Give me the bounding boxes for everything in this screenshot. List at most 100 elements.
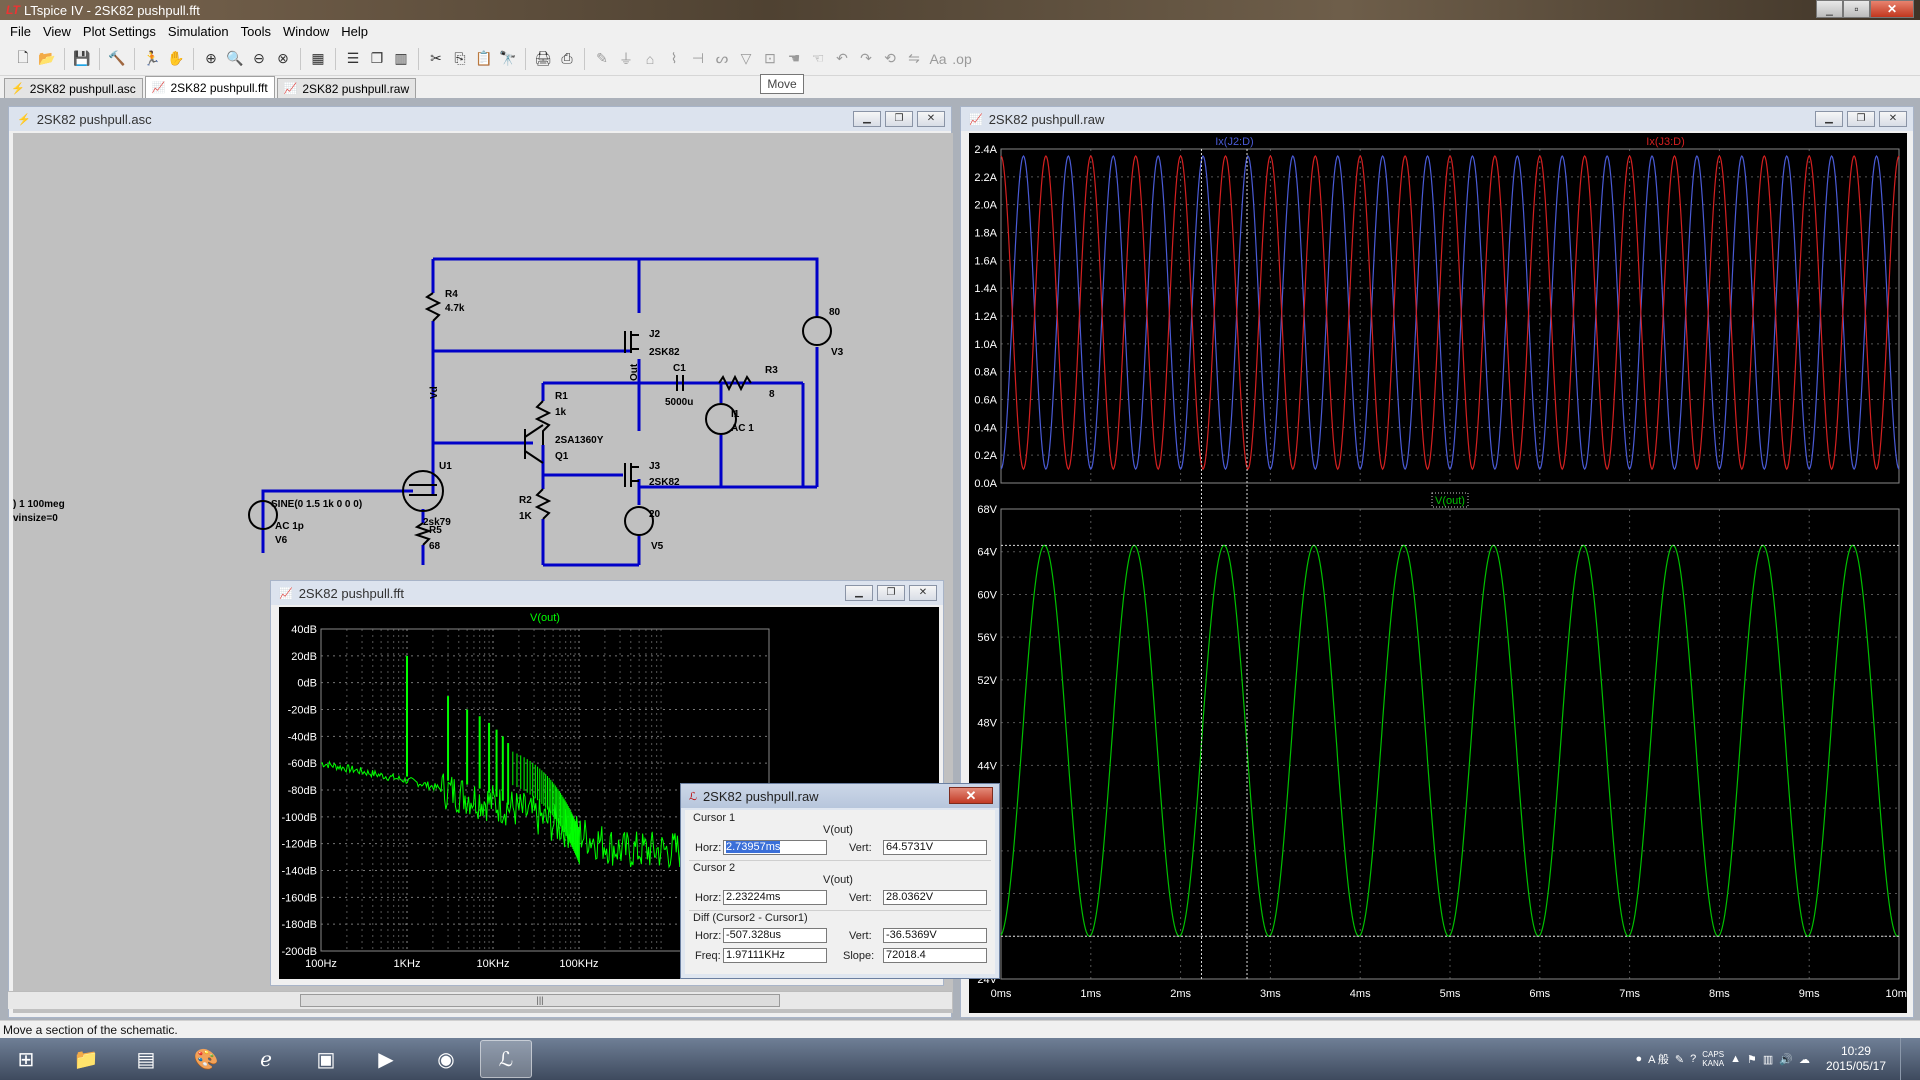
draw-wire-icon[interactable]: ✎: [591, 48, 613, 70]
tile-horizontal-icon[interactable]: ☰: [342, 48, 364, 70]
close-button[interactable]: ✕: [949, 787, 993, 804]
paste-icon[interactable]: 📋: [473, 48, 495, 70]
tile-vertical-icon[interactable]: ▥: [390, 48, 412, 70]
start-button-icon[interactable]: ⊞: [0, 1040, 52, 1078]
volume-icon[interactable]: 🔊: [1779, 1053, 1793, 1066]
cursor1-horz-field[interactable]: 2.73957ms: [723, 840, 827, 855]
show-desktop-button[interactable]: [1900, 1038, 1912, 1080]
horizontal-scrollbar[interactable]: |||: [8, 991, 952, 1009]
raw-plot[interactable]: 2.4A 2.2A 2.0A 1.8A 1.6A 1.4A 1.2A 1.0A 0.8A 0.6A…: [969, 133, 1913, 1013]
menu-help[interactable]: Help: [335, 24, 374, 39]
resistor-icon[interactable]: ⌇: [663, 48, 685, 70]
ime-tools-icon[interactable]: ✎: [1675, 1053, 1684, 1066]
label-directive-1: ) 1 100meg: [13, 499, 65, 510]
ground-icon[interactable]: ⏚: [615, 48, 637, 70]
cut-icon[interactable]: ✂: [425, 48, 447, 70]
raw-window[interactable]: 📈 2SK82 pushpull.raw ▁ ❐ ✕ 2.4A 2.2A 2.0A 1…: [960, 106, 1914, 1018]
pan-hand-icon[interactable]: ✋: [165, 48, 187, 70]
print-icon[interactable]: ⎙: [556, 48, 578, 70]
capacitor-icon[interactable]: ⊣: [687, 48, 709, 70]
minimize-button[interactable]: ▁: [845, 585, 873, 601]
ltspice-taskbar-icon[interactable]: ℒ: [480, 1040, 532, 1078]
calculator-icon[interactable]: ▤: [120, 1040, 172, 1078]
network-icon[interactable]: ▥: [1763, 1053, 1773, 1066]
app-5-icon[interactable]: ▣: [300, 1040, 352, 1078]
diode-icon[interactable]: ▽: [735, 48, 757, 70]
restore-button[interactable]: ❐: [1847, 111, 1875, 127]
component-icon[interactable]: ⊡: [759, 48, 781, 70]
raw-bottom-series: [1000, 544, 1900, 937]
control-panel-icon[interactable]: 🔨: [106, 48, 128, 70]
tab-raw[interactable]: 📈 2SK82 pushpull.raw: [276, 78, 417, 98]
spice-directive-icon[interactable]: .op: [951, 48, 973, 70]
close-button[interactable]: ✕: [1870, 0, 1914, 18]
chrome-icon[interactable]: ◉: [420, 1040, 472, 1078]
maximize-button[interactable]: ▫: [1843, 0, 1870, 18]
move-hand-icon[interactable]: ☚: [783, 48, 805, 70]
paint-icon[interactable]: 🎨: [180, 1040, 232, 1078]
diff-freq-field[interactable]: 1.97111KHz: [723, 948, 827, 963]
zoom-fit-icon[interactable]: ⊗: [272, 48, 294, 70]
menu-plot-settings[interactable]: Plot Settings: [77, 24, 162, 39]
minimize-button[interactable]: _: [1816, 0, 1843, 18]
minimize-button[interactable]: ▁: [853, 111, 881, 127]
tab-schematic[interactable]: ⚡ 2SK82 pushpull.asc: [4, 78, 143, 98]
cursor2-vert-field[interactable]: 28.0362V: [883, 890, 987, 905]
autorange-icon[interactable]: ▦: [307, 48, 329, 70]
internet-explorer-icon[interactable]: ℯ: [240, 1040, 292, 1078]
rotate-icon[interactable]: ⟲: [879, 48, 901, 70]
zoom-in-icon[interactable]: ⊕: [200, 48, 222, 70]
media-player-icon[interactable]: ▶: [360, 1040, 412, 1078]
copy-icon[interactable]: ⎘: [449, 48, 471, 70]
tray-expand-icon[interactable]: ▲: [1730, 1053, 1741, 1065]
label-net-icon[interactable]: ⌂: [639, 48, 661, 70]
tab-fft[interactable]: 📈 2SK82 pushpull.fft: [144, 76, 275, 98]
close-button[interactable]: ✕: [1879, 111, 1907, 127]
mirror-icon[interactable]: ⇋: [903, 48, 925, 70]
ime-indicator[interactable]: A 般: [1648, 1051, 1669, 1067]
zoom-out-icon[interactable]: ⊖: [248, 48, 270, 70]
menu-file[interactable]: File: [4, 24, 37, 39]
restore-button[interactable]: ❐: [885, 111, 913, 127]
menu-simulation[interactable]: Simulation: [162, 24, 235, 39]
print-setup-icon[interactable]: 🖨: [532, 48, 554, 70]
cloud-icon[interactable]: ☁: [1799, 1053, 1810, 1066]
inductor-icon[interactable]: ᔕ: [711, 48, 733, 70]
notification-icon[interactable]: ●: [1635, 1053, 1642, 1065]
close-button[interactable]: ✕: [909, 585, 937, 601]
menu-window[interactable]: Window: [277, 24, 335, 39]
zoom-area-icon[interactable]: 🔍: [224, 48, 246, 70]
run-icon[interactable]: 🏃: [141, 48, 163, 70]
diff-slope-field[interactable]: 72018.4: [883, 948, 987, 963]
help-icon[interactable]: ?: [1690, 1053, 1696, 1065]
diff-horz-field[interactable]: -507.328us: [723, 928, 827, 943]
save-icon[interactable]: 💾: [71, 48, 93, 70]
clock[interactable]: 10:29 2015/05/17: [1826, 1044, 1886, 1074]
diff-vert-field[interactable]: -36.5369V: [883, 928, 987, 943]
cursor2-group-label: Cursor 2: [693, 862, 736, 874]
menu-tools[interactable]: Tools: [235, 24, 277, 39]
drag-hand-icon[interactable]: ☜: [807, 48, 829, 70]
cursor2-horz-field[interactable]: 2.23224ms: [723, 890, 827, 905]
cascade-icon[interactable]: ❐: [366, 48, 388, 70]
cursor1-vert-field[interactable]: 64.5731V: [883, 840, 987, 855]
waveform-icon: 📈: [151, 82, 166, 94]
minimize-button[interactable]: ▁: [1815, 111, 1843, 127]
cursor-readout-window[interactable]: ℒ 2SK82 pushpull.raw ✕ Cursor 1 V(out) H…: [680, 783, 1000, 979]
close-button[interactable]: ✕: [917, 111, 945, 127]
flag-icon[interactable]: ⚑: [1747, 1053, 1757, 1066]
raw-chart[interactable]: 2.4A 2.2A 2.0A 1.8A 1.6A 1.4A 1.2A 1.0A 0.8A 0.6A…: [969, 133, 1913, 1013]
raw-top-trace-label-1: Ix(J2:D): [1215, 136, 1254, 148]
text-icon[interactable]: Aa: [927, 48, 949, 70]
find-icon[interactable]: 🔭: [497, 48, 519, 70]
label-r1-value: 1k: [555, 407, 567, 418]
scrollbar-thumb[interactable]: |||: [300, 994, 780, 1007]
open-folder-icon[interactable]: 📂: [36, 48, 58, 70]
new-schematic-icon[interactable]: 🗋: [12, 48, 34, 70]
file-explorer-icon[interactable]: 📁: [60, 1040, 112, 1078]
undo-icon[interactable]: ↶: [831, 48, 853, 70]
redo-icon[interactable]: ↷: [855, 48, 877, 70]
menu-view[interactable]: View: [37, 24, 77, 39]
label-r3-value: 8: [769, 389, 775, 400]
restore-button[interactable]: ❐: [877, 585, 905, 601]
